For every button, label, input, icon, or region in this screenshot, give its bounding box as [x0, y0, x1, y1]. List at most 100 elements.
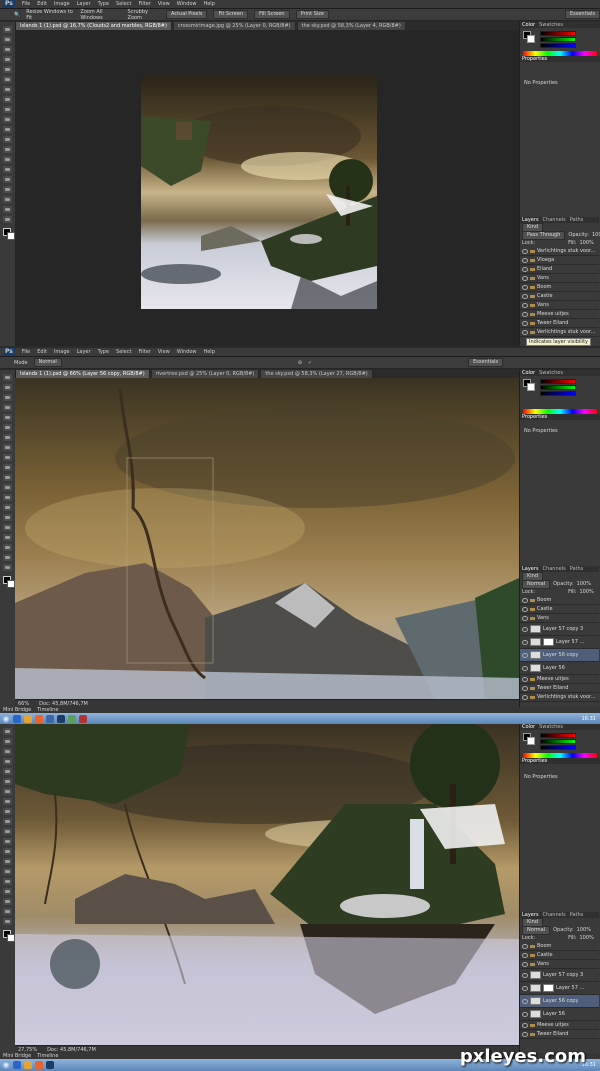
eye-icon[interactable] [522, 606, 528, 612]
path-select-tool-icon[interactable] [3, 888, 12, 895]
start-button-icon[interactable] [2, 1061, 10, 1069]
eye-icon[interactable] [522, 266, 528, 272]
red-slider[interactable] [540, 379, 576, 384]
layer-row[interactable]: Meeve uitjes [520, 1021, 599, 1030]
explorer-icon[interactable] [24, 1061, 32, 1069]
color-spectrum[interactable] [523, 753, 597, 758]
doc-tab[interactable]: the sky.psd @ 58,3% (Layer 27, RGB/8#) [261, 370, 373, 378]
mode-select[interactable]: Normal [33, 358, 62, 367]
swatches-tab[interactable]: Swatches [539, 22, 563, 28]
zoom-tool-icon[interactable] [3, 918, 12, 925]
doc-tab[interactable]: Islands 1 (1).psd @ 16,7% (Clouds2 and m… [16, 22, 172, 30]
swatches-tab[interactable]: Swatches [539, 724, 563, 730]
menu-type[interactable]: Type [98, 1, 109, 7]
menu-image[interactable]: Image [54, 349, 70, 355]
doc-tab[interactable]: crossmirimage.jpg @ 25% (Layer 0, RGB/8#… [173, 22, 296, 30]
cancel-transform-icon[interactable]: ⊘ [298, 360, 302, 366]
layer-row[interactable]: Boom [520, 596, 599, 605]
green-slider[interactable] [540, 739, 576, 744]
green-slider[interactable] [540, 37, 576, 42]
doc-tab[interactable]: Islands 1 (1).psd @ 66% (Layer 56 copy, … [16, 370, 150, 378]
layer-row[interactable]: Castle [520, 951, 599, 960]
color-spectrum[interactable] [523, 409, 597, 414]
menu-edit[interactable]: Edit [37, 1, 47, 7]
stamp-tool-icon[interactable] [3, 106, 12, 113]
eye-icon[interactable] [522, 639, 528, 645]
lasso-tool-icon[interactable] [3, 46, 12, 53]
word-icon[interactable] [46, 714, 54, 723]
gradient-tool-icon[interactable] [3, 838, 12, 845]
layer-row[interactable]: Layer 57 copy 3 [520, 969, 599, 982]
eraser-tool-icon[interactable] [3, 126, 12, 133]
blend-mode-select[interactable]: Pass Through [522, 230, 566, 240]
dodge-tool-icon[interactable] [3, 156, 12, 163]
fill-value[interactable]: 100% [579, 589, 593, 595]
marquee-tool-icon[interactable] [3, 384, 12, 391]
menu-layer[interactable]: Layer [77, 1, 91, 7]
dodge-tool-icon[interactable] [3, 504, 12, 511]
workspace-select[interactable]: Essentials [564, 10, 600, 19]
gradient-tool-icon[interactable] [3, 136, 12, 143]
quick-select-tool-icon[interactable] [3, 758, 12, 765]
ie-icon[interactable] [13, 1061, 21, 1069]
photoshop-taskbar-icon[interactable] [46, 1061, 54, 1069]
move-tool-icon[interactable] [3, 26, 12, 33]
menu-window[interactable]: Window [177, 1, 197, 7]
eye-icon[interactable] [522, 311, 528, 317]
layer-row[interactable]: Boom [520, 942, 599, 951]
layer-row[interactable]: Meeve uitjes [520, 310, 599, 319]
shape-tool-icon[interactable] [3, 544, 12, 551]
eye-icon[interactable] [522, 652, 528, 658]
move-tool-icon[interactable] [3, 728, 12, 735]
red-slider[interactable] [540, 31, 576, 36]
layer-row[interactable]: Castle [520, 605, 599, 614]
start-button-icon[interactable] [2, 714, 10, 723]
eye-icon[interactable] [522, 284, 528, 290]
eye-icon[interactable] [522, 257, 528, 263]
blue-slider[interactable] [540, 43, 576, 48]
menu-window[interactable]: Window [177, 349, 197, 355]
healing-tool-icon[interactable] [3, 86, 12, 93]
commit-transform-icon[interactable]: ✓ [308, 360, 312, 366]
opacity-value[interactable]: 100% [592, 232, 600, 238]
menu-help[interactable]: Help [203, 1, 214, 7]
artwork-canvas[interactable] [15, 724, 519, 1045]
menu-view[interactable]: View [158, 349, 170, 355]
stamp-tool-icon[interactable] [3, 454, 12, 461]
blend-mode-select[interactable]: Normal [522, 579, 551, 589]
layer-row[interactable]: Verlichtings stuk voor... [520, 328, 599, 337]
channels-tab[interactable]: Channels [543, 912, 566, 918]
app-icon[interactable] [79, 714, 87, 723]
fill-value[interactable]: 100% [579, 935, 593, 941]
workspace-select[interactable]: Essentials [468, 358, 504, 367]
layer-row[interactable]: Verlichtings stuk voor... [520, 247, 599, 256]
marquee-tool-icon[interactable] [3, 738, 12, 745]
layer-row[interactable]: Tweer Eiland [520, 319, 599, 328]
brush-tool-icon[interactable] [3, 798, 12, 805]
eye-icon[interactable] [522, 998, 528, 1004]
zoom-tool-icon[interactable] [3, 564, 12, 571]
eye-icon[interactable] [522, 685, 528, 691]
eraser-tool-icon[interactable] [3, 828, 12, 835]
type-tool-icon[interactable] [3, 524, 12, 531]
eyedropper-tool-icon[interactable] [3, 424, 12, 431]
history-brush-tool-icon[interactable] [3, 116, 12, 123]
pen-tool-icon[interactable] [3, 166, 12, 173]
eye-icon[interactable] [522, 329, 528, 335]
quick-select-tool-icon[interactable] [3, 404, 12, 411]
hand-tool-icon[interactable] [3, 206, 12, 213]
layer-row[interactable]: Layer 56 [520, 1008, 599, 1021]
layer-row[interactable]: Vloega [520, 256, 599, 265]
background-color-swatch[interactable] [7, 580, 15, 588]
paths-tab[interactable]: Paths [570, 566, 584, 572]
color-spectrum[interactable] [523, 51, 597, 56]
eye-icon[interactable] [522, 1022, 528, 1028]
print-size-button[interactable]: Print Size [295, 10, 329, 19]
scrubby-zoom-checkbox[interactable]: Scrubby Zoom [128, 9, 161, 21]
crop-tool-icon[interactable] [3, 414, 12, 421]
layer-row[interactable]: Castle [520, 292, 599, 301]
firefox-icon[interactable] [35, 714, 43, 723]
eyedropper-tool-icon[interactable] [3, 778, 12, 785]
eye-icon[interactable] [522, 1011, 528, 1017]
eye-icon[interactable] [522, 293, 528, 299]
